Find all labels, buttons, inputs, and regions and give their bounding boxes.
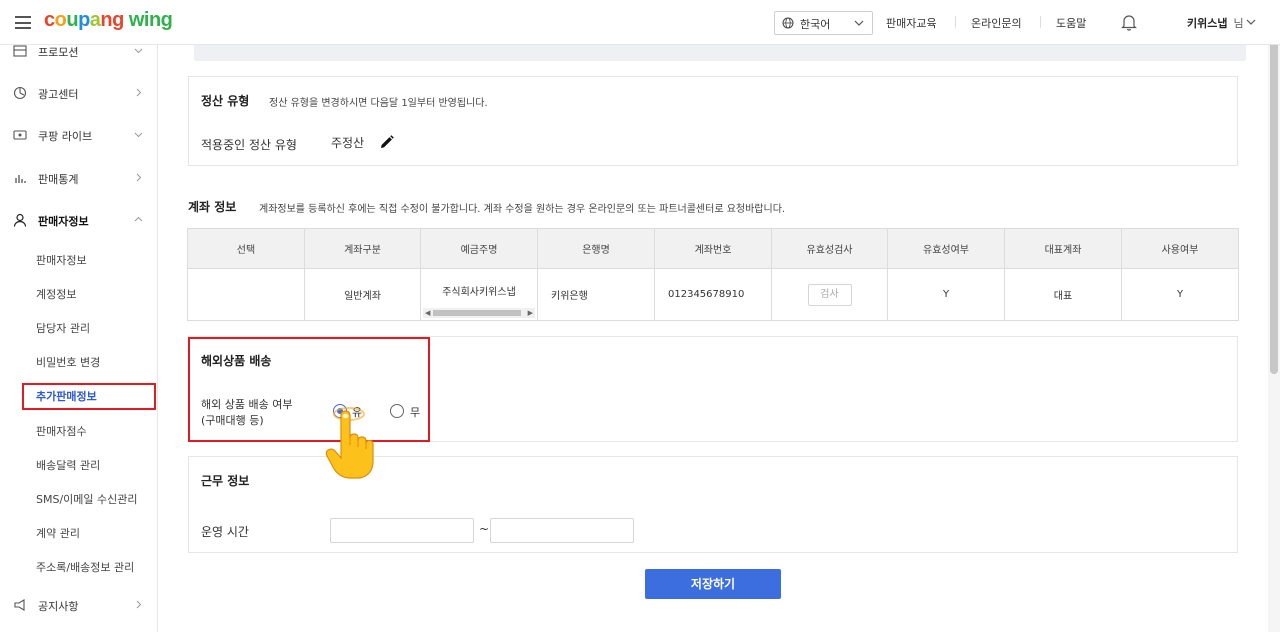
chevron-down-icon	[134, 48, 143, 54]
globe-icon	[782, 17, 794, 29]
account-holder-cell: 주식회사키위스냅 ◀ ▶	[420, 268, 538, 321]
scroll-left-icon[interactable]: ◀	[425, 309, 430, 317]
settlement-desc: 정산 유형을 변경하시면 다음달 1일부터 반영됩니다.	[269, 98, 488, 109]
column-header: 사용여부	[1121, 228, 1239, 269]
live-icon	[13, 130, 27, 140]
divider	[955, 16, 956, 28]
sidebar: 프로모션 광고센터 쿠팡 라이브 판매통계 판매자정보 판매자정보 계정정보 담…	[0, 45, 158, 632]
column-header: 대표계좌	[1004, 228, 1122, 269]
settlement-value: 주정산	[331, 136, 365, 150]
account-desc: 계좌정보를 등록하신 후에는 직접 수정이 불가합니다. 계좌 수정을 원하는 …	[259, 204, 786, 215]
sidebar-subitem-account-info[interactable]: 계정정보	[36, 286, 76, 302]
in-use-cell: Y	[1121, 268, 1239, 321]
chevron-down-icon	[854, 20, 864, 26]
info-notice	[194, 45, 1246, 61]
online-inquiry-link[interactable]: 온라인문의	[971, 15, 1022, 31]
settlement-label: 적용중인 정산 유형	[201, 138, 297, 152]
scroll-right-icon[interactable]: ▶	[528, 309, 533, 317]
work-title: 근무 정보	[201, 474, 250, 488]
column-header: 유효성검사	[771, 228, 888, 269]
horizontal-scrollbar[interactable]: ◀ ▶	[423, 308, 535, 318]
account-title: 계좌 정보	[188, 200, 237, 214]
column-header: 은행명	[537, 228, 655, 269]
chevron-right-icon	[136, 600, 142, 609]
main-content: 정산 유형 정산 유형을 변경하시면 다음달 1일부터 반영됩니다. 적용중인 …	[158, 45, 1268, 632]
valid-cell: Y	[887, 268, 1005, 321]
chevron-right-icon	[136, 173, 142, 182]
chevron-down-icon	[134, 132, 143, 138]
primary-cell: 대표	[1004, 268, 1122, 321]
verify-button[interactable]: 검사	[807, 283, 852, 306]
scrollbar-thumb[interactable]	[433, 310, 521, 316]
column-header: 선택	[187, 228, 305, 269]
sidebar-subitem-seller-score[interactable]: 판매자점수	[36, 423, 87, 439]
highlight-box	[188, 337, 430, 442]
vertical-scrollbar[interactable]	[1268, 0, 1280, 632]
user-icon	[13, 213, 27, 227]
sidebar-subitem-manager[interactable]: 담당자 관리	[36, 320, 90, 336]
bell-icon[interactable]	[1121, 13, 1137, 31]
megaphone-icon	[14, 599, 25, 611]
language-select[interactable]: 한국어	[774, 11, 873, 35]
column-header: 예금주명	[420, 228, 538, 269]
hours-label: 운영 시간	[201, 525, 249, 539]
sidebar-item-promotion[interactable]: 프로모션	[0, 45, 157, 66]
chevron-down-icon[interactable]	[1246, 17, 1256, 27]
settlement-title: 정산 유형	[201, 94, 250, 108]
top-header: coupang wing 한국어 판매자교육 온라인문의 도움말 키위스냅 님	[0, 0, 1280, 45]
sidebar-item-notice[interactable]: 공지사항	[0, 590, 157, 620]
start-time-input[interactable]	[330, 518, 474, 543]
end-time-input[interactable]	[490, 518, 634, 543]
sidebar-subitem-sms-email[interactable]: SMS/이메일 수신관리	[36, 491, 138, 507]
settlement-panel: 정산 유형 정산 유형을 변경하시면 다음달 1일부터 반영됩니다. 적용중인 …	[188, 76, 1238, 166]
column-header: 계좌구분	[304, 228, 421, 269]
select-cell[interactable]	[188, 269, 305, 321]
divider	[1040, 16, 1041, 28]
chevron-right-icon	[136, 88, 142, 97]
chevron-up-icon	[134, 216, 143, 222]
sidebar-subitem-seller-info[interactable]: 판매자정보	[36, 252, 87, 268]
sidebar-subitem-address-book[interactable]: 주소록/배송정보 관리	[36, 559, 134, 575]
sidebar-subitem-contract[interactable]: 계약 관리	[36, 525, 80, 541]
user-menu[interactable]: 키위스냅 님	[1187, 15, 1244, 31]
account-type-cell: 일반계좌	[304, 268, 421, 321]
promotion-icon	[13, 45, 27, 57]
sidebar-item-sales-stats[interactable]: 판매통계	[0, 163, 157, 193]
help-link[interactable]: 도움말	[1056, 15, 1086, 31]
seller-education-link[interactable]: 판매자교육	[886, 15, 937, 31]
account-table: 선택 계좌구분 예금주명 은행명 계좌번호 유효성검사 유효성여부 대표계좌 사…	[187, 228, 1239, 321]
sidebar-subitem-delivery-calendar[interactable]: 배송달력 관리	[36, 457, 100, 473]
hamburger-menu-icon[interactable]	[15, 16, 31, 29]
bank-cell: 키위은행	[537, 268, 655, 321]
table-row: 일반계좌 주식회사키위스냅 ◀ ▶ 키위은행 012345678910 검사 Y…	[188, 268, 1239, 321]
bar-chart-icon	[15, 175, 26, 183]
sidebar-item-ad-center[interactable]: 광고센터	[0, 78, 157, 108]
highlight-box	[22, 383, 156, 410]
coupang-wing-logo[interactable]: coupang wing	[44, 9, 173, 32]
range-separator: ~	[479, 522, 490, 536]
save-button[interactable]: 저장하기	[645, 569, 781, 599]
column-header: 계좌번호	[654, 228, 772, 269]
verify-cell: 검사	[771, 268, 888, 321]
ad-center-icon	[13, 86, 27, 100]
table-header-row: 선택 계좌구분 예금주명 은행명 계좌번호 유효성검사 유효성여부 대표계좌 사…	[187, 228, 1239, 269]
sidebar-item-coupang-live[interactable]: 쿠팡 라이브	[0, 120, 157, 150]
account-holder-value: 주식회사키위스냅	[442, 287, 516, 298]
pointing-hand-icon	[325, 407, 374, 479]
account-number-cell: 012345678910	[654, 268, 772, 321]
scrollbar-thumb[interactable]	[1270, 18, 1278, 374]
sidebar-subitem-password[interactable]: 비밀번호 변경	[36, 354, 100, 370]
sidebar-item-seller-info[interactable]: 판매자정보	[0, 205, 157, 235]
column-header: 유효성여부	[887, 228, 1005, 269]
pencil-icon[interactable]	[379, 134, 395, 150]
language-value: 한국어	[800, 18, 831, 31]
